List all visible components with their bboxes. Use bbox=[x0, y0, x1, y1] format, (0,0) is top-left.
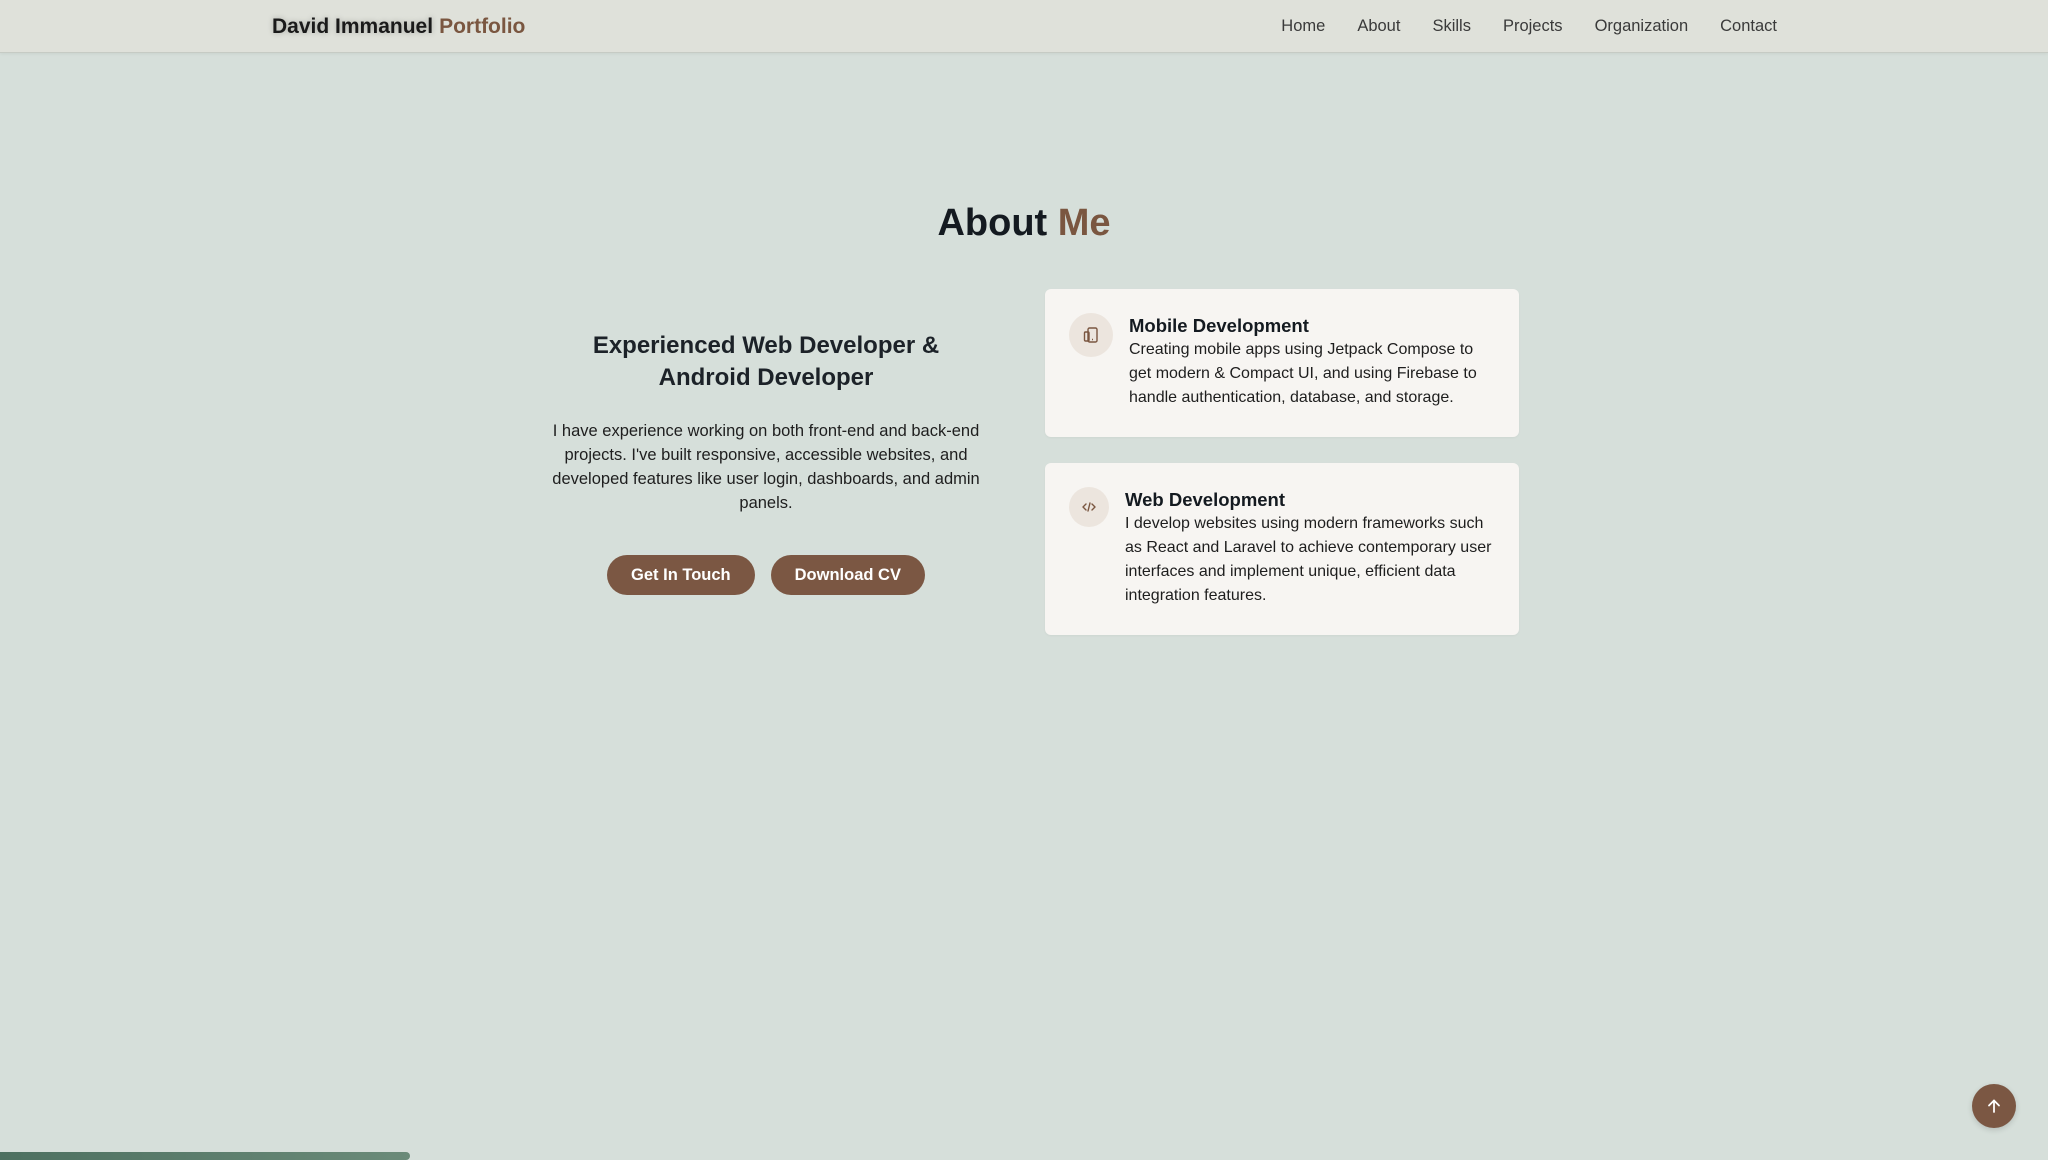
get-in-touch-button[interactable]: Get In Touch bbox=[607, 555, 755, 595]
scroll-progress-bar bbox=[0, 1152, 2048, 1160]
mobile-card-title: Mobile Development bbox=[1129, 315, 1309, 336]
brand-accent: Portfolio bbox=[439, 14, 526, 38]
nav-link-contact[interactable]: Contact bbox=[1720, 17, 1777, 36]
web-development-card: Web Development I develop websites using… bbox=[1045, 463, 1519, 635]
section-title-accent: Me bbox=[1057, 202, 1111, 244]
nav-link-about[interactable]: About bbox=[1357, 17, 1400, 36]
section-title: About Me bbox=[0, 202, 2048, 245]
web-card-text: I develop websites using modern framewor… bbox=[1125, 515, 1492, 604]
nav-link-organization[interactable]: Organization bbox=[1595, 17, 1689, 36]
nav-link-projects[interactable]: Projects bbox=[1503, 17, 1563, 36]
about-intro: Experienced Web Developer & Android Deve… bbox=[550, 330, 982, 595]
scroll-to-top-button[interactable] bbox=[1972, 1084, 2016, 1128]
about-description: I have experience working on both front-… bbox=[552, 422, 980, 512]
mobile-card-text: Creating mobile apps using Jetpack Compo… bbox=[1129, 341, 1477, 406]
download-cv-button[interactable]: Download CV bbox=[770, 555, 925, 595]
web-card-title: Web Development bbox=[1125, 489, 1286, 510]
mobile-devices-icon bbox=[1069, 313, 1113, 357]
brand-name: David Immanuel bbox=[272, 14, 434, 38]
brand-logo[interactable]: David Immanuel Portfolio bbox=[272, 0, 525, 53]
arrow-up-icon bbox=[1988, 1099, 2000, 1113]
nav-link-skills[interactable]: Skills bbox=[1432, 17, 1471, 36]
about-heading: Experienced Web Developer & Android Deve… bbox=[592, 332, 940, 391]
nav-links: Home About Skills Projects Organization … bbox=[1281, 0, 1777, 53]
navbar: David Immanuel Portfolio Home About Skil… bbox=[0, 0, 2048, 53]
mobile-development-card: Mobile Development Creating mobile apps … bbox=[1045, 289, 1519, 437]
about-actions: Get In Touch Download CV bbox=[550, 555, 982, 595]
scroll-progress-fill bbox=[0, 1152, 410, 1160]
section-title-main: About bbox=[937, 202, 1048, 244]
nav-link-home[interactable]: Home bbox=[1281, 17, 1325, 36]
code-icon bbox=[1069, 487, 1109, 527]
web-card-body: Web Development I develop websites using… bbox=[1125, 488, 1499, 608]
mobile-card-body: Mobile Development Creating mobile apps … bbox=[1129, 314, 1499, 410]
